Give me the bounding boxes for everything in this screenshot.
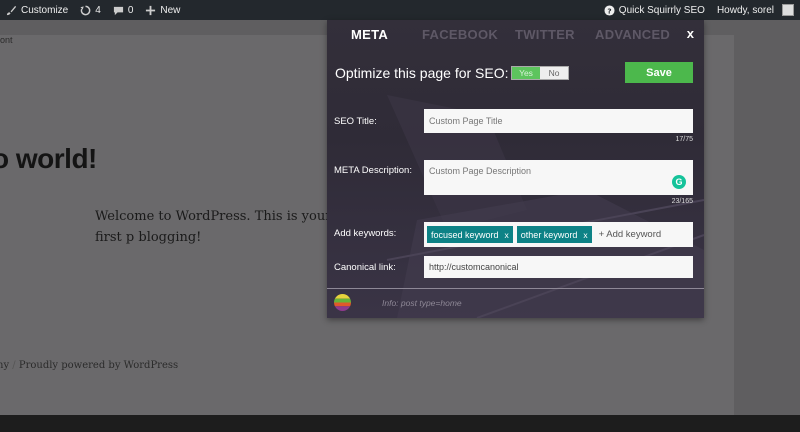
save-button[interactable]: Save (625, 62, 693, 83)
avatar (782, 4, 794, 16)
footer-left: ny (0, 360, 10, 371)
refresh-icon (80, 5, 91, 15)
svg-text:?: ? (607, 6, 611, 15)
meta-description-counter: 23/165 (671, 198, 693, 205)
help-icon: ? (604, 4, 615, 16)
footer-separator: / (12, 360, 16, 371)
keywords-label: Add keywords: (334, 228, 397, 239)
info-text: Info: post type=home (382, 298, 462, 308)
account-menu[interactable]: Howdy, sorel (711, 0, 800, 20)
updates-count: 4 (95, 4, 101, 16)
seo-panel: META FACEBOOK TWITTER ADVANCED x Optimiz… (327, 20, 704, 318)
new-label: New (160, 4, 181, 16)
post-title: o world! (0, 143, 97, 174)
comments-link[interactable]: 0 (107, 0, 140, 20)
meta-description-label: META Description: (334, 165, 412, 176)
tab-facebook[interactable]: FACEBOOK (422, 27, 498, 42)
brush-icon (6, 5, 17, 15)
keyword-chip-text: other keyword (520, 229, 578, 240)
seo-toggle[interactable]: Yes No (511, 66, 569, 80)
canonical-label: Canonical link: (334, 262, 396, 273)
updates-link[interactable]: 4 (74, 0, 107, 20)
remove-keyword-button[interactable]: x (583, 230, 587, 240)
canonical-input[interactable]: http://customcanonical (424, 256, 693, 278)
tab-twitter[interactable]: TWITTER (515, 27, 575, 42)
panel-tabs: META FACEBOOK TWITTER ADVANCED x (327, 20, 704, 50)
admin-bar: Customize 4 0 New ? Quick Squirrly SEO H… (0, 0, 800, 20)
bottom-bar (0, 415, 800, 432)
post-body: Welcome to WordPress. This is your first… (95, 209, 332, 245)
meta-description-text: Custom Page Description (429, 166, 532, 176)
seo-title-label: SEO Title: (334, 116, 377, 127)
quick-seo-label: Quick Squirrly SEO (618, 4, 705, 16)
tab-meta[interactable]: META (351, 27, 388, 42)
howdy-label: Howdy, sorel (716, 4, 774, 16)
quick-seo-link[interactable]: ? Quick Squirrly SEO (598, 0, 711, 20)
tab-advanced[interactable]: ADVANCED (595, 27, 670, 42)
plus-icon (146, 5, 156, 15)
footer-powered-link[interactable]: Proudly powered by WordPress (19, 360, 178, 371)
toggle-no[interactable]: No (540, 67, 568, 79)
comments-count: 0 (127, 4, 134, 16)
toggle-yes[interactable]: Yes (512, 67, 540, 79)
new-link[interactable]: New (139, 0, 186, 20)
comment-icon (113, 6, 123, 15)
meta-description-input[interactable]: Custom Page Description G (424, 160, 693, 195)
customize-link[interactable]: Customize (0, 0, 74, 20)
keyword-chip: other keyword x (516, 226, 592, 243)
panel-divider (327, 288, 704, 289)
grammarly-icon[interactable]: G (672, 175, 686, 189)
close-button[interactable]: x (687, 26, 694, 41)
seo-title-counter: 17/75 (675, 136, 693, 143)
keyword-chip: focused keyword x (427, 226, 513, 243)
keyword-chip-text: focused keyword (431, 229, 499, 240)
site-footer: ny / Proudly powered by WordPress (0, 360, 178, 371)
customize-label: Customize (21, 4, 69, 16)
remove-keyword-button[interactable]: x (505, 230, 509, 240)
squirrly-logo-icon (334, 294, 351, 311)
seo-title-input[interactable]: Custom Page Title (424, 109, 693, 133)
add-keyword-input[interactable]: + Add keyword (599, 229, 662, 240)
keywords-input[interactable]: focused keyword x other keyword x + Add … (424, 222, 693, 247)
optimize-label: Optimize this page for SEO: (335, 65, 509, 81)
breadcrumb: ont (0, 35, 13, 45)
